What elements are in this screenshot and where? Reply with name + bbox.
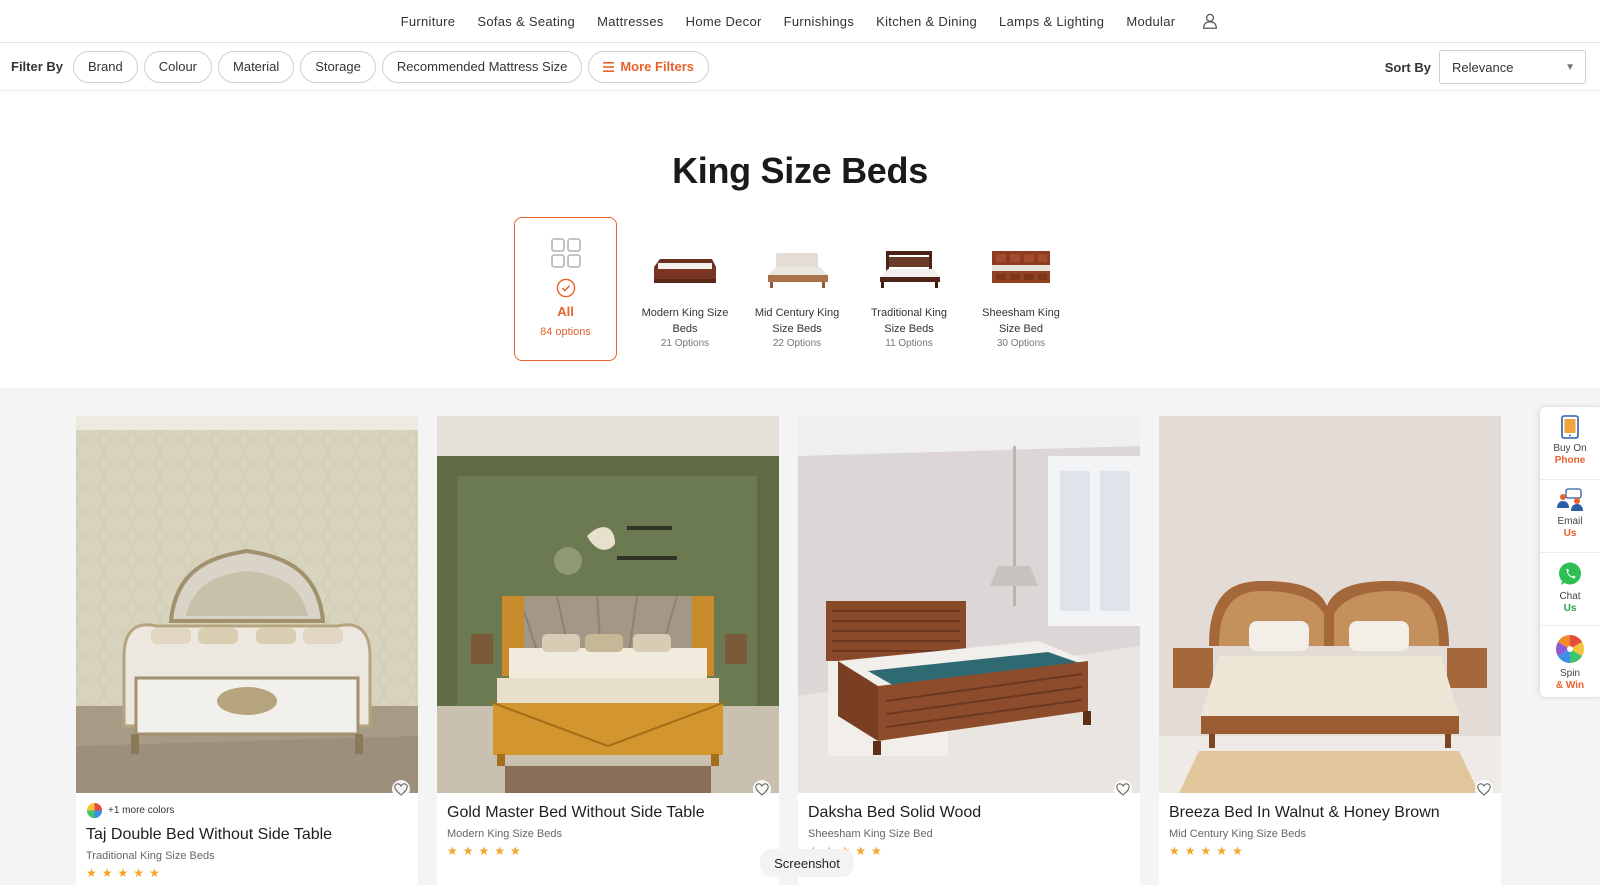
- category-selector: All 84 options Modern King Size Beds 21 …: [514, 217, 1077, 361]
- category-traditional[interactable]: Traditional King Size Beds 11 Options: [853, 217, 965, 349]
- contact-float-bar: Buy On Phone Email Us Chat Us Spin & Win: [1539, 406, 1600, 698]
- email-people-icon: [1557, 488, 1583, 511]
- product-category: Sheesham King Size Bed: [808, 828, 933, 840]
- buy-on-phone-line1: Buy On: [1553, 443, 1587, 454]
- product-card[interactable]: Breeza Bed In Walnut & Honey Brown Mid C…: [1159, 416, 1501, 885]
- bed-thumbnail: [880, 251, 940, 288]
- screenshot-pill[interactable]: Screenshot: [760, 849, 854, 877]
- more-filters-label: More Filters: [620, 59, 695, 74]
- nav-item-home-decor[interactable]: Home Decor: [686, 14, 762, 29]
- sort-by: Sort By Relevance ▼: [1385, 50, 1586, 84]
- filter-chip-mattress-size[interactable]: Recommended Mattress Size: [381, 50, 583, 83]
- product-image: [76, 416, 418, 793]
- heart-icon[interactable]: [392, 780, 410, 798]
- product-title[interactable]: Gold Master Bed Without Side Table: [447, 804, 769, 822]
- category-sheesham-name: Sheesham King Size Bed: [982, 307, 1060, 335]
- filter-chip-colour[interactable]: Colour: [143, 50, 213, 83]
- chat-us-button[interactable]: Chat Us: [1540, 553, 1600, 626]
- more-colors[interactable]: +1 more colors: [86, 802, 408, 819]
- nav-item-sofas-seating[interactable]: Sofas & Seating: [477, 14, 575, 29]
- user-icon[interactable]: [1201, 12, 1219, 30]
- filter-by-label: Filter By: [11, 59, 64, 74]
- category-modern-name: Modern King Size Beds: [641, 307, 729, 335]
- filter-chip-brand[interactable]: Brand: [73, 50, 138, 83]
- nav-item-mattresses[interactable]: Mattresses: [597, 14, 664, 29]
- product-rating-stars: ★★★★★: [1169, 844, 1248, 858]
- category-sheesham[interactable]: Sheesham King Size Bed 30 Options: [965, 217, 1077, 349]
- filter-chip-storage[interactable]: Storage: [300, 50, 376, 83]
- bed-thumbnail: [768, 253, 828, 288]
- category-mid-century-count: 22 Options: [772, 338, 822, 349]
- sort-select-value: Relevance: [1452, 59, 1514, 75]
- buy-on-phone-line2: Phone: [1554, 455, 1586, 466]
- product-card[interactable]: Gold Master Bed Without Side Table Moder…: [437, 416, 779, 885]
- more-filters-button[interactable]: More Filters: [588, 50, 710, 83]
- nav-item-furniture[interactable]: Furniture: [401, 14, 456, 29]
- menu-lines-icon: [603, 61, 615, 72]
- filter-bar: Filter By Brand Colour Material Storage …: [0, 43, 1600, 91]
- spin-win-line2: & Win: [1555, 680, 1585, 691]
- spin-and-win-button[interactable]: Spin & Win: [1540, 626, 1600, 699]
- grid-icon: [550, 238, 581, 268]
- nav-item-furnishings[interactable]: Furnishings: [784, 14, 855, 29]
- page-title: King Size Beds: [672, 150, 928, 191]
- spin-wheel-icon: [1556, 635, 1584, 663]
- check-circle-icon: [556, 278, 575, 298]
- whatsapp-icon: [1559, 562, 1581, 585]
- category-all-count: 84 options: [540, 326, 591, 338]
- filter-chip-material[interactable]: Material: [218, 50, 295, 83]
- top-navigation: Furniture Sofas & Seating Mattresses Hom…: [0, 0, 1600, 43]
- product-image: [437, 416, 779, 793]
- email-us-line2: Us: [1563, 528, 1577, 539]
- product-card[interactable]: Daksha Bed Solid Wood Sheesham King Size…: [798, 416, 1140, 885]
- product-card[interactable]: +1 more colors Taj Double Bed Without Si…: [76, 416, 418, 885]
- nav-item-kitchen-dining[interactable]: Kitchen & Dining: [876, 14, 977, 29]
- sort-select[interactable]: Relevance ▼: [1439, 50, 1586, 84]
- product-title[interactable]: Breeza Bed In Walnut & Honey Brown: [1169, 804, 1491, 822]
- category-mid-century-name: Mid Century King Size Beds: [754, 307, 840, 335]
- heart-icon[interactable]: [1114, 780, 1132, 798]
- nav-item-modular[interactable]: Modular: [1126, 14, 1175, 29]
- bed-thumbnail: [654, 259, 716, 283]
- category-traditional-count: 11 Options: [885, 338, 933, 349]
- product-title[interactable]: Taj Double Bed Without Side Table: [86, 826, 408, 844]
- category-sheesham-count: 30 Options: [996, 338, 1046, 349]
- product-rating-stars: ★★★★★: [808, 844, 1130, 858]
- spin-win-line1: Spin: [1559, 668, 1580, 679]
- nav-item-lamps-lighting[interactable]: Lamps & Lighting: [999, 14, 1104, 29]
- category-all[interactable]: All 84 options: [514, 217, 617, 361]
- buy-on-phone-button[interactable]: Buy On Phone: [1540, 407, 1600, 480]
- product-image: [1159, 416, 1501, 793]
- heart-icon[interactable]: [753, 780, 771, 798]
- category-modern[interactable]: Modern King Size Beds 21 Options: [629, 217, 741, 349]
- category-traditional-name: Traditional King Size Beds: [870, 307, 948, 335]
- more-colors-label: +1 more colors: [108, 805, 175, 816]
- bed-thumbnail: [992, 251, 1050, 283]
- email-us-line1: Email: [1557, 516, 1583, 527]
- product-category: Modern King Size Beds: [447, 828, 562, 840]
- category-mid-century[interactable]: Mid Century King Size Beds 22 Options: [741, 217, 853, 349]
- product-title[interactable]: Daksha Bed Solid Wood: [808, 804, 1130, 822]
- chat-us-line2: Us: [1563, 603, 1577, 614]
- product-category: Mid Century King Size Beds: [1169, 828, 1306, 840]
- product-category: Traditional King Size Beds: [86, 850, 215, 862]
- category-modern-count: 21 Options: [660, 338, 710, 349]
- product-rating-stars: ★★★★★: [447, 844, 526, 858]
- color-wheel-icon: [86, 802, 103, 819]
- email-us-button[interactable]: Email Us: [1540, 480, 1600, 553]
- phone-icon: [1561, 415, 1579, 439]
- sort-by-label: Sort By: [1384, 59, 1431, 75]
- heart-icon[interactable]: [1475, 780, 1493, 798]
- chat-us-line1: Chat: [1559, 591, 1581, 602]
- chevron-down-icon: ▼: [1565, 61, 1575, 73]
- category-all-name: All: [557, 304, 574, 319]
- product-image: [798, 416, 1140, 793]
- product-rating-stars: ★★★★★: [86, 866, 165, 880]
